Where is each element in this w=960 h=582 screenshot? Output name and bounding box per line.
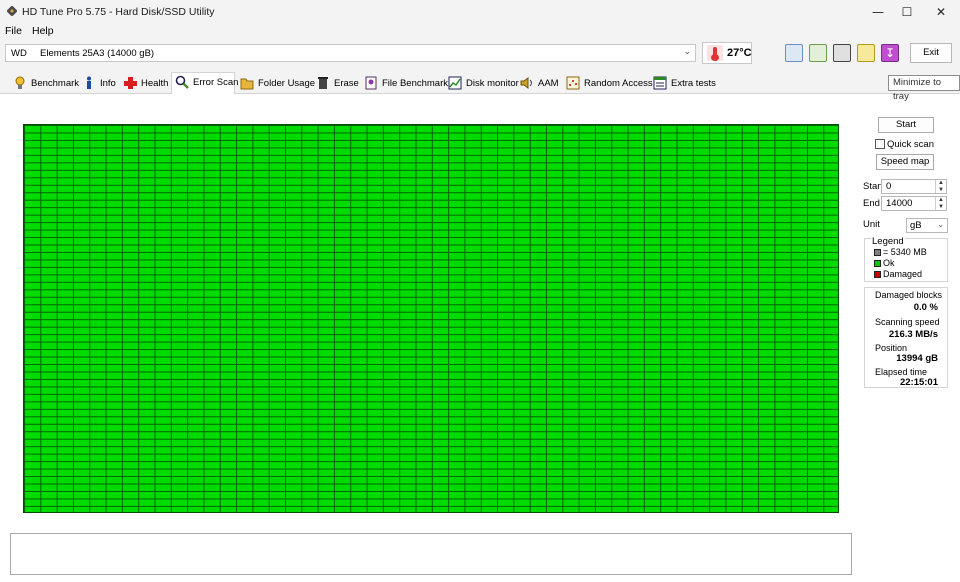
tab-random-access[interactable]: Random Access (566, 76, 653, 94)
info-icon (82, 76, 96, 90)
health-cross-icon (123, 76, 137, 90)
tab-aam[interactable]: AAM (520, 76, 560, 94)
thermometer-icon (707, 45, 723, 61)
tooltip: Minimize to tray (888, 75, 960, 102)
tab-erase[interactable]: Erase (316, 76, 359, 94)
speaker-icon (520, 76, 534, 90)
temperature-value: 27°C (727, 47, 752, 59)
position-label: Position (875, 343, 908, 353)
unit-select[interactable]: gB ⌄ (906, 218, 948, 233)
window-title: HD Tune Pro 5.75 - Hard Disk/SSD Utility (22, 6, 215, 18)
spinner-arrows-icon[interactable]: ▲ ▼ (935, 197, 946, 210)
app-icon (6, 5, 18, 17)
title-bar: HD Tune Pro 5.75 - Hard Disk/SSD Utility… (0, 0, 960, 24)
toolbar: WD Elements 25A3 (14000 gB) ⌄ 27°C ↧ Exi… (0, 40, 960, 68)
tab-file-benchmark[interactable]: File Benchmark (364, 76, 448, 94)
end-field-label: End (863, 198, 880, 209)
legend-title: Legend (871, 236, 905, 247)
unit-field-label: Unit (863, 219, 880, 230)
temperature-display: 27°C (702, 42, 752, 64)
speed-map-button[interactable]: Speed map (876, 154, 934, 170)
chevron-down-icon: ⌄ (937, 220, 944, 229)
elapsed-time-value: 22:15:01 (899, 377, 938, 388)
minimize-to-tray-icon[interactable]: ↧ (881, 44, 899, 62)
trash-icon (316, 76, 330, 90)
log-output (10, 533, 852, 575)
damaged-blocks-label: Damaged blocks (875, 290, 943, 300)
start-position-input[interactable]: 0 ▲ ▼ (881, 179, 947, 194)
menu-bar: File Help (0, 24, 960, 40)
scanning-speed-label: Scanning speed (875, 317, 940, 327)
maximize-button[interactable]: ☐ (892, 0, 922, 24)
drive-select[interactable]: WD Elements 25A3 (14000 gB) ⌄ (5, 44, 696, 62)
damaged-blocks-value: 0.0 % (913, 302, 938, 313)
checkbox-box[interactable] (875, 139, 885, 149)
exit-button[interactable]: Exit (910, 43, 952, 63)
camera-icon[interactable] (833, 44, 851, 62)
legend-swatch (874, 249, 881, 256)
legend-swatch (874, 271, 881, 278)
tab-strip: Benchmark Info Health Error Scan Folder … (0, 68, 960, 94)
spinner-arrows-icon[interactable]: ▲ ▼ (935, 180, 946, 193)
tab-info[interactable]: Info (82, 76, 118, 94)
tab-health[interactable]: Health (123, 76, 169, 94)
magnifier-icon (175, 75, 189, 89)
tab-folder-usage[interactable]: Folder Usage (240, 76, 315, 94)
disk-monitor-icon (448, 76, 462, 90)
copy-screenshot-icon[interactable] (809, 44, 827, 62)
position-value: 13994 gB (896, 353, 938, 364)
scan-stats: Damaged blocks 0.0 % Scanning speed 216.… (864, 287, 948, 388)
quick-scan-label: Quick scan (887, 139, 934, 150)
options-icon[interactable] (857, 44, 875, 62)
tab-disk-monitor[interactable]: Disk monitor (448, 76, 519, 94)
extra-tests-icon (653, 76, 667, 90)
legend: Legend = 5340 MB Ok Damaged (864, 236, 948, 282)
end-position-input[interactable]: 14000 ▲ ▼ (881, 196, 947, 211)
copy-text-icon[interactable] (785, 44, 803, 62)
scanning-speed-value: 216.3 MB/s (888, 329, 938, 340)
folder-icon (240, 76, 254, 90)
chevron-down-icon: ⌄ (683, 46, 691, 56)
lightbulb-icon (13, 76, 27, 90)
start-button[interactable]: Start (878, 117, 934, 133)
error-scan-block-map (23, 124, 839, 513)
minimize-button[interactable]: — (863, 0, 893, 24)
close-button[interactable]: ✕ (926, 0, 956, 24)
drive-name: Elements 25A3 (14000 gB) (40, 48, 155, 59)
menu-help[interactable]: Help (32, 25, 54, 37)
menu-file[interactable]: File (5, 25, 22, 37)
random-access-icon (566, 76, 580, 90)
file-benchmark-icon (364, 76, 378, 90)
tab-extra-tests[interactable]: Extra tests (653, 76, 716, 94)
legend-swatch (874, 260, 881, 267)
tab-benchmark[interactable]: Benchmark (13, 76, 79, 94)
elapsed-time-label: Elapsed time (875, 367, 928, 377)
drive-brand: WD (11, 48, 27, 59)
tab-error-scan[interactable]: Error Scan (171, 72, 238, 94)
